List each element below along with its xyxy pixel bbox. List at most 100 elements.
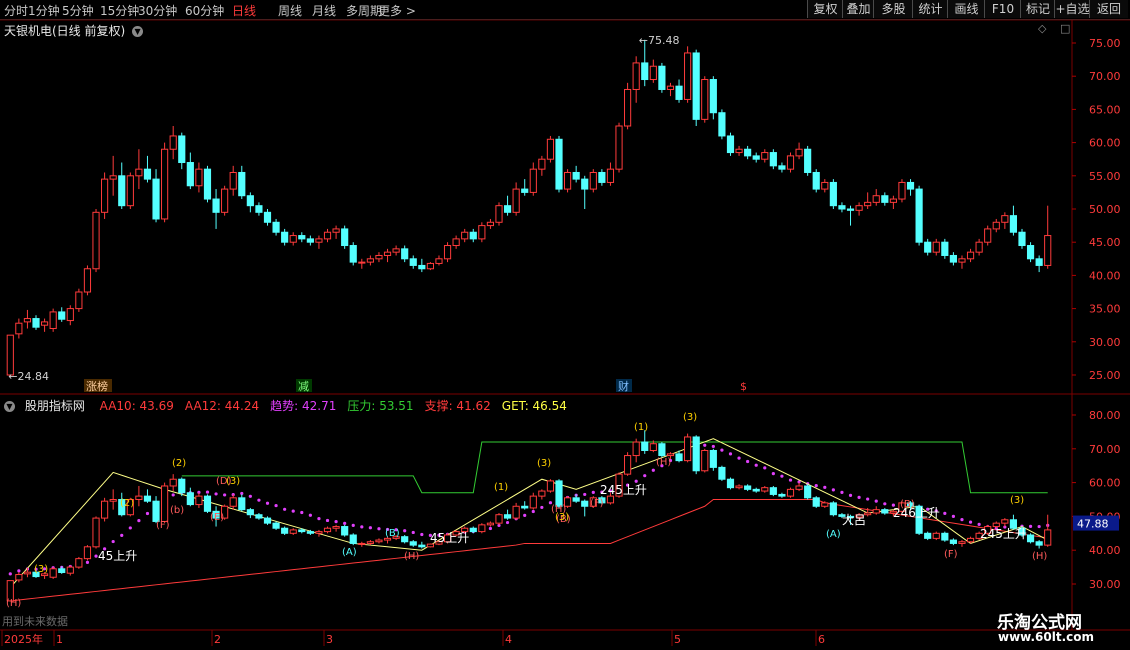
candle-body <box>529 168 537 193</box>
trend-dot <box>291 509 295 513</box>
candle-body <box>1044 235 1052 266</box>
candle-body <box>1001 215 1009 223</box>
candle-body <box>958 258 966 263</box>
watermark-url: www.60lt.com <box>998 630 1095 644</box>
ind-candle-body <box>495 514 503 524</box>
ind-candle-body <box>718 466 726 480</box>
trend-dot <box>214 492 218 496</box>
trend-dot <box>8 572 12 576</box>
ind-candle-body <box>92 517 100 548</box>
candle-body <box>272 221 280 233</box>
trend-dot <box>325 518 330 523</box>
chart-labels: ←75.48 ←24.84 涨榜 减 财 $ 用到未来数据 <box>2 34 754 628</box>
trend-dot <box>728 452 733 456</box>
candle-body <box>443 245 452 260</box>
candle-body <box>838 205 846 210</box>
candle-body <box>718 112 726 137</box>
candle-body <box>401 248 409 260</box>
ind-candle-body <box>649 443 657 451</box>
candle-body <box>6 334 14 376</box>
ind-candle-body <box>298 529 306 533</box>
trend-dot <box>857 495 861 499</box>
ind-candle-body <box>761 487 769 492</box>
ind-candle-body <box>49 568 57 578</box>
ind-tick-label: 60.00 <box>1089 477 1121 490</box>
indicator-annotation: (H) <box>1032 551 1047 562</box>
candle-body <box>992 221 1000 230</box>
trend-dot <box>505 520 510 525</box>
ind-candle-body <box>75 558 83 568</box>
ind-candle-body <box>272 522 280 529</box>
trend-dot <box>874 499 878 503</box>
candle-body <box>83 268 92 293</box>
trend-dot <box>814 484 818 488</box>
indicator-annotation: (E) <box>210 512 224 523</box>
candle-body <box>572 171 580 180</box>
candle-body <box>598 171 606 183</box>
candles <box>6 39 1052 377</box>
ind-candle-body <box>709 449 717 468</box>
grid-lines <box>0 19 1130 631</box>
trend-dot <box>531 509 535 514</box>
trend-dot <box>257 498 261 502</box>
trend-dot <box>951 514 956 519</box>
ind-candle-body <box>203 495 212 512</box>
candle-body <box>178 135 186 164</box>
trend-dot <box>583 492 587 497</box>
candle-body <box>701 79 709 120</box>
price-tick-label: 70.00 <box>1089 70 1121 83</box>
candle-body <box>75 291 83 310</box>
ind-candle-body <box>521 505 529 509</box>
ind-candle-body <box>58 568 66 574</box>
price-tick-label: 60.00 <box>1089 137 1121 150</box>
candle-body <box>563 171 572 190</box>
ind-candle-body <box>263 517 272 524</box>
candle-body <box>161 148 169 220</box>
trend-dot <box>737 456 741 460</box>
low-price-label: ←24.84 <box>8 370 49 383</box>
indicator-annotation: (F) <box>590 498 604 509</box>
ind-candle-body <box>101 500 109 519</box>
trend-dot <box>1037 524 1041 529</box>
ind-candle-body <box>306 531 314 534</box>
candle-body <box>143 168 152 180</box>
ind-candle-body <box>323 527 332 533</box>
candle-body <box>383 251 392 256</box>
candle-body <box>49 311 57 330</box>
candle-body <box>769 152 777 167</box>
trend-dot <box>523 513 527 517</box>
candle-body <box>941 241 949 256</box>
ind-candle-body <box>555 480 563 507</box>
candle-body <box>872 195 880 203</box>
candle-body <box>452 238 460 247</box>
candle-body <box>915 188 923 243</box>
ind-candle-body <box>958 541 966 544</box>
candle-body <box>66 308 74 322</box>
ind-candle-body <box>143 495 152 502</box>
trend-dot <box>145 511 150 516</box>
candle-body <box>846 208 855 211</box>
candle-body <box>606 168 615 183</box>
candle-body <box>666 85 675 90</box>
candle-body <box>804 148 812 173</box>
candle-body <box>1009 215 1018 233</box>
ind-candle-body <box>66 566 74 574</box>
ind-candle-body <box>821 502 829 507</box>
ind-candle-body <box>375 539 383 543</box>
ind-tick-label: 30.00 <box>1089 578 1121 591</box>
kline-chart[interactable]: 45上升45上升245上升大呂 246上升245上升(A)(A)(B)(B)(E)… <box>0 0 1130 650</box>
trend-dot <box>651 468 655 472</box>
trend-dot <box>831 488 835 492</box>
candle-body <box>898 181 906 200</box>
ind-candle-body <box>529 495 537 509</box>
time-label: 1 <box>56 633 63 646</box>
ind-candle-body <box>486 522 495 526</box>
ind-candle-body <box>932 532 940 539</box>
ind-candle-body <box>675 453 683 462</box>
trend-dot <box>283 507 287 511</box>
indicator-annotation: (A) <box>342 547 357 558</box>
candle-body <box>418 264 426 270</box>
indicator-annotation: 245上升 <box>980 527 1027 541</box>
ind-candle-body <box>624 455 632 475</box>
ind-candle-body <box>255 514 263 519</box>
